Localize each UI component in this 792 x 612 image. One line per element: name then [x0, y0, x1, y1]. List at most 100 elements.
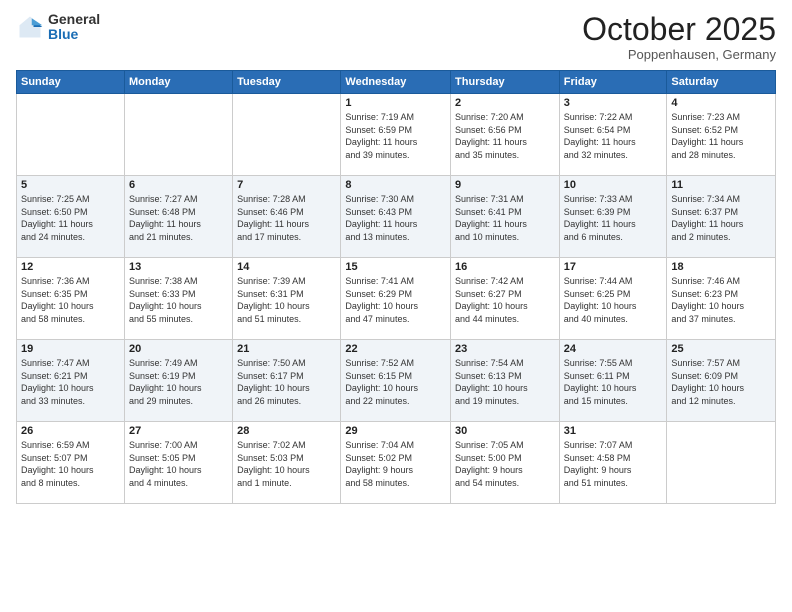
day-cell-w2-d0: 12 Sunrise: 7:36 AM Sunset: 6:35 PM Dayli…: [17, 258, 125, 340]
day-cell-w2-d6: 18 Sunrise: 7:46 AM Sunset: 6:23 PM Dayli…: [667, 258, 776, 340]
day-info: Sunrise: 7:50 AM Sunset: 6:17 PM Dayligh…: [237, 357, 336, 407]
day-number: 23: [455, 343, 555, 355]
header: General Blue October 2025 Poppenhausen, …: [16, 12, 776, 62]
day-info: Sunrise: 7:31 AM Sunset: 6:41 PM Dayligh…: [455, 193, 555, 243]
day-info: Sunrise: 7:33 AM Sunset: 6:39 PM Dayligh…: [564, 193, 663, 243]
day-number: 22: [345, 343, 446, 355]
day-cell-w1-d2: 7 Sunrise: 7:28 AM Sunset: 6:46 PM Daylig…: [233, 176, 341, 258]
day-cell-w4-d5: 31Sunrise: 7:07 AM Sunset: 4:58 PM Dayli…: [559, 422, 667, 504]
day-info: Sunrise: 7:28 AM Sunset: 6:46 PM Dayligh…: [237, 193, 336, 243]
day-cell-w1-d4: 9 Sunrise: 7:31 AM Sunset: 6:41 PM Daylig…: [451, 176, 560, 258]
day-number: 19: [21, 343, 120, 355]
day-info: Sunrise: 7:22 AM Sunset: 6:54 PM Dayligh…: [564, 111, 663, 161]
day-info: Sunrise: 7:52 AM Sunset: 6:15 PM Dayligh…: [345, 357, 446, 407]
day-number: 7: [237, 179, 336, 191]
calendar-header: Sunday Monday Tuesday Wednesday Thursday…: [17, 71, 776, 94]
week-row-1: 5Sunrise: 7:25 AM Sunset: 6:50 PM Daylig…: [17, 176, 776, 258]
day-cell-w4-d3: 29Sunrise: 7:04 AM Sunset: 5:02 PM Dayli…: [341, 422, 451, 504]
logo-general-text: General: [48, 12, 100, 27]
day-cell-w1-d6: 11Sunrise: 7:34 AM Sunset: 6:37 PM Dayli…: [667, 176, 776, 258]
day-number: 20: [129, 343, 228, 355]
day-info: Sunrise: 7:41 AM Sunset: 6:29 PM Dayligh…: [345, 275, 446, 325]
logo-text: General Blue: [48, 12, 100, 43]
day-info: Sunrise: 7:05 AM Sunset: 5:00 PM Dayligh…: [455, 439, 555, 489]
day-info: Sunrise: 7:54 AM Sunset: 6:13 PM Dayligh…: [455, 357, 555, 407]
day-number: 11: [671, 179, 771, 191]
day-number: 4: [671, 97, 771, 109]
day-info: Sunrise: 7:47 AM Sunset: 6:21 PM Dayligh…: [21, 357, 120, 407]
day-number: 18: [671, 261, 771, 273]
day-number: 5: [21, 179, 120, 191]
day-cell-w0-d4: 2 Sunrise: 7:20 AM Sunset: 6:56 PM Daylig…: [451, 94, 560, 176]
week-row-2: 12 Sunrise: 7:36 AM Sunset: 6:35 PM Dayli…: [17, 258, 776, 340]
day-number: 25: [671, 343, 771, 355]
day-info: Sunrise: 7:55 AM Sunset: 6:11 PM Dayligh…: [564, 357, 663, 407]
day-cell-w0-d1: [124, 94, 232, 176]
day-info: Sunrise: 7:07 AM Sunset: 4:58 PM Dayligh…: [564, 439, 663, 489]
header-monday: Monday: [124, 71, 232, 94]
day-number: 9: [455, 179, 555, 191]
day-cell-w0-d2: [233, 94, 341, 176]
day-number: 13: [129, 261, 228, 273]
day-cell-w0-d0: [17, 94, 125, 176]
day-cell-w1-d5: 10Sunrise: 7:33 AM Sunset: 6:39 PM Dayli…: [559, 176, 667, 258]
day-number: 27: [129, 425, 228, 437]
day-cell-w3-d6: 25 Sunrise: 7:57 AM Sunset: 6:09 PM Dayli…: [667, 340, 776, 422]
day-cell-w2-d4: 16 Sunrise: 7:42 AM Sunset: 6:27 PM Dayli…: [451, 258, 560, 340]
day-cell-w4-d4: 30 Sunrise: 7:05 AM Sunset: 5:00 PM Dayli…: [451, 422, 560, 504]
week-row-3: 19 Sunrise: 7:47 AM Sunset: 6:21 PM Dayli…: [17, 340, 776, 422]
day-cell-w3-d4: 23 Sunrise: 7:54 AM Sunset: 6:13 PM Dayli…: [451, 340, 560, 422]
day-number: 6: [129, 179, 228, 191]
header-sunday: Sunday: [17, 71, 125, 94]
day-number: 17: [564, 261, 663, 273]
day-info: Sunrise: 7:19 AM Sunset: 6:59 PM Dayligh…: [345, 111, 446, 161]
day-number: 14: [237, 261, 336, 273]
week-row-0: 1 Sunrise: 7:19 AM Sunset: 6:59 PM Daylig…: [17, 94, 776, 176]
month-title: October 2025: [582, 12, 776, 47]
day-info: Sunrise: 7:44 AM Sunset: 6:25 PM Dayligh…: [564, 275, 663, 325]
day-cell-w2-d5: 17 Sunrise: 7:44 AM Sunset: 6:25 PM Dayli…: [559, 258, 667, 340]
day-number: 1: [345, 97, 446, 109]
day-cell-w4-d2: 28 Sunrise: 7:02 AM Sunset: 5:03 PM Dayli…: [233, 422, 341, 504]
header-row: Sunday Monday Tuesday Wednesday Thursday…: [17, 71, 776, 94]
day-number: 3: [564, 97, 663, 109]
day-info: Sunrise: 7:36 AM Sunset: 6:35 PM Dayligh…: [21, 275, 120, 325]
header-saturday: Saturday: [667, 71, 776, 94]
day-info: Sunrise: 7:02 AM Sunset: 5:03 PM Dayligh…: [237, 439, 336, 489]
day-number: 16: [455, 261, 555, 273]
day-info: Sunrise: 7:30 AM Sunset: 6:43 PM Dayligh…: [345, 193, 446, 243]
day-cell-w2-d3: 15Sunrise: 7:41 AM Sunset: 6:29 PM Dayli…: [341, 258, 451, 340]
day-info: Sunrise: 7:46 AM Sunset: 6:23 PM Dayligh…: [671, 275, 771, 325]
header-tuesday: Tuesday: [233, 71, 341, 94]
day-cell-w0-d3: 1 Sunrise: 7:19 AM Sunset: 6:59 PM Daylig…: [341, 94, 451, 176]
day-cell-w2-d1: 13 Sunrise: 7:38 AM Sunset: 6:33 PM Dayli…: [124, 258, 232, 340]
day-cell-w2-d2: 14Sunrise: 7:39 AM Sunset: 6:31 PM Dayli…: [233, 258, 341, 340]
day-number: 21: [237, 343, 336, 355]
day-number: 2: [455, 97, 555, 109]
day-info: Sunrise: 7:42 AM Sunset: 6:27 PM Dayligh…: [455, 275, 555, 325]
day-cell-w1-d1: 6 Sunrise: 7:27 AM Sunset: 6:48 PM Daylig…: [124, 176, 232, 258]
header-wednesday: Wednesday: [341, 71, 451, 94]
day-cell-w4-d1: 27 Sunrise: 7:00 AM Sunset: 5:05 PM Dayli…: [124, 422, 232, 504]
logo-icon: [16, 13, 44, 41]
day-info: Sunrise: 7:00 AM Sunset: 5:05 PM Dayligh…: [129, 439, 228, 489]
day-info: Sunrise: 7:20 AM Sunset: 6:56 PM Dayligh…: [455, 111, 555, 161]
page: General Blue October 2025 Poppenhausen, …: [0, 0, 792, 612]
day-info: Sunrise: 7:23 AM Sunset: 6:52 PM Dayligh…: [671, 111, 771, 161]
day-number: 12: [21, 261, 120, 273]
week-row-4: 26Sunrise: 6:59 AM Sunset: 5:07 PM Dayli…: [17, 422, 776, 504]
day-cell-w1-d3: 8Sunrise: 7:30 AM Sunset: 6:43 PM Daylig…: [341, 176, 451, 258]
day-info: Sunrise: 7:38 AM Sunset: 6:33 PM Dayligh…: [129, 275, 228, 325]
day-number: 28: [237, 425, 336, 437]
day-cell-w3-d2: 21 Sunrise: 7:50 AM Sunset: 6:17 PM Dayli…: [233, 340, 341, 422]
calendar-body: 1 Sunrise: 7:19 AM Sunset: 6:59 PM Daylig…: [17, 94, 776, 504]
day-info: Sunrise: 7:57 AM Sunset: 6:09 PM Dayligh…: [671, 357, 771, 407]
day-cell-w3-d1: 20 Sunrise: 7:49 AM Sunset: 6:19 PM Dayli…: [124, 340, 232, 422]
day-cell-w0-d6: 4 Sunrise: 7:23 AM Sunset: 6:52 PM Daylig…: [667, 94, 776, 176]
header-thursday: Thursday: [451, 71, 560, 94]
day-info: Sunrise: 7:49 AM Sunset: 6:19 PM Dayligh…: [129, 357, 228, 407]
day-cell-w4-d0: 26Sunrise: 6:59 AM Sunset: 5:07 PM Dayli…: [17, 422, 125, 504]
day-number: 30: [455, 425, 555, 437]
day-cell-w3-d5: 24Sunrise: 7:55 AM Sunset: 6:11 PM Dayli…: [559, 340, 667, 422]
day-info: Sunrise: 7:27 AM Sunset: 6:48 PM Dayligh…: [129, 193, 228, 243]
